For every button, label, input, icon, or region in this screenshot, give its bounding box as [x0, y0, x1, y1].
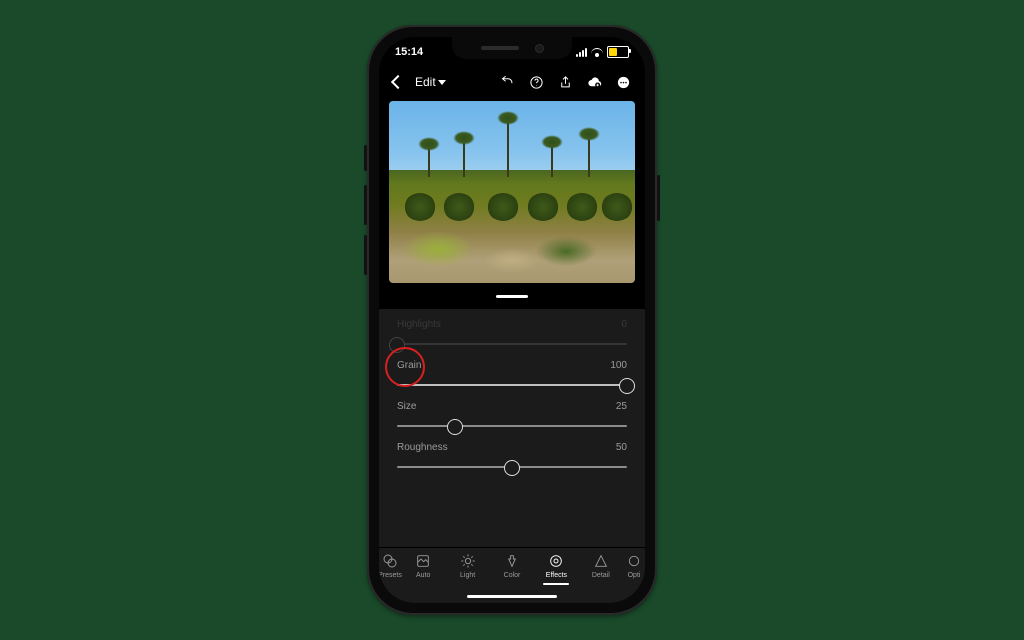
edit-menu-label: Edit — [415, 75, 436, 89]
tool-detail[interactable]: Detail — [579, 553, 623, 585]
chevron-down-icon — [438, 80, 446, 85]
grain-value: 100 — [610, 360, 627, 371]
effects-panel: Highlights 0 Grain 100 Size 25 — [379, 309, 645, 547]
tool-effects[interactable]: Effects — [534, 553, 578, 585]
help-button[interactable] — [529, 75, 544, 90]
roughness-label: Roughness — [397, 442, 448, 453]
grain-label: Grain — [397, 360, 421, 371]
battery-icon — [607, 46, 629, 58]
optics-icon — [626, 553, 642, 569]
wifi-icon — [591, 48, 603, 57]
highlights-slider[interactable]: Highlights 0 — [397, 313, 627, 354]
tool-presets[interactable]: Presets — [379, 553, 401, 585]
tool-light[interactable]: Light — [445, 553, 489, 585]
presets-icon — [382, 553, 398, 569]
app-toolbar: Edit — [379, 67, 645, 97]
status-time: 15:14 — [395, 46, 423, 58]
light-icon — [460, 553, 476, 569]
back-button[interactable] — [391, 75, 405, 89]
color-icon — [504, 553, 520, 569]
tool-auto[interactable]: Auto — [401, 553, 445, 585]
size-slider[interactable]: Size 25 — [397, 395, 627, 436]
roughness-value: 50 — [616, 442, 627, 453]
share-button[interactable] — [558, 75, 573, 90]
panel-drag-handle[interactable] — [379, 283, 645, 309]
cloud-sync-button[interactable] — [587, 75, 602, 90]
size-value: 25 — [616, 401, 627, 412]
auto-icon — [415, 553, 431, 569]
tool-color[interactable]: Color — [490, 553, 534, 585]
undo-button[interactable] — [500, 75, 515, 90]
edit-menu-button[interactable]: Edit — [415, 75, 446, 89]
roughness-slider[interactable]: Roughness 50 — [397, 436, 627, 477]
tool-optics[interactable]: Opti — [623, 553, 645, 585]
highlights-value: 0 — [621, 319, 627, 330]
highlights-label: Highlights — [397, 319, 441, 330]
size-label: Size — [397, 401, 416, 412]
more-button[interactable] — [616, 75, 631, 90]
effects-icon — [548, 553, 564, 569]
detail-icon — [593, 553, 609, 569]
phone-frame: 15:14 Edit — [367, 25, 657, 615]
tool-strip: Presets Auto Light Color — [379, 547, 645, 589]
grain-slider[interactable]: Grain 100 — [397, 354, 627, 395]
home-indicator[interactable] — [379, 589, 645, 603]
phone-screen: 15:14 Edit — [379, 37, 645, 603]
photo-preview[interactable] — [389, 101, 635, 283]
cellular-icon — [576, 48, 587, 57]
notch — [452, 37, 572, 59]
